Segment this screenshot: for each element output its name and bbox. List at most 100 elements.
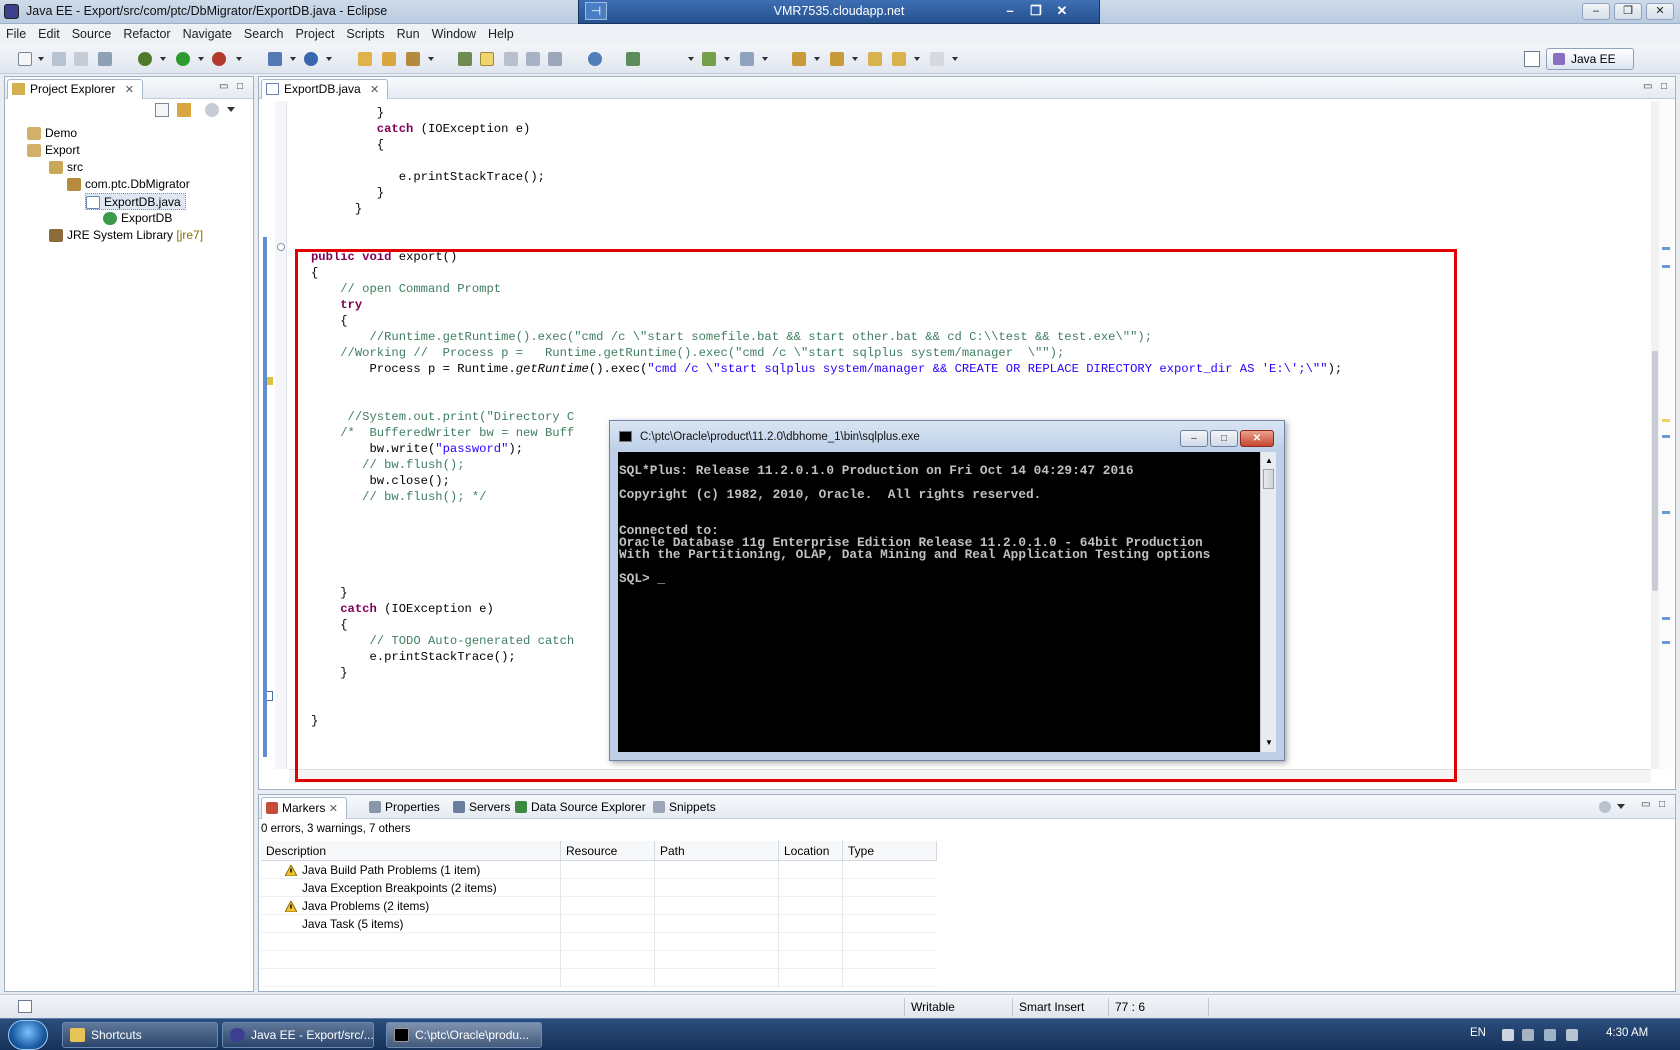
console-close-button[interactable]: ✕ <box>1240 430 1274 447</box>
column-type[interactable]: Type <box>843 841 937 861</box>
action-center-icon[interactable] <box>1522 1029 1534 1041</box>
code-line[interactable]: } <box>289 713 318 730</box>
scroll-down-icon[interactable]: ▼ <box>1265 738 1273 747</box>
editor-horizontal-scrollbar[interactable] <box>289 769 1651 783</box>
browser-icon[interactable] <box>588 52 602 66</box>
maximize-icon[interactable]: □ <box>1661 81 1667 92</box>
last-edit-icon[interactable] <box>868 52 882 66</box>
debug-icon[interactable] <box>138 52 152 66</box>
menu-scripts[interactable]: Scripts <box>340 24 390 44</box>
chevron-down-icon[interactable] <box>762 57 768 61</box>
console-scrollbar[interactable]: ▲ ▼ <box>1260 452 1276 752</box>
chevron-down-icon[interactable] <box>952 57 958 61</box>
menu-window[interactable]: Window <box>426 24 482 44</box>
chevron-down-icon[interactable] <box>198 57 204 61</box>
menu-navigate[interactable]: Navigate <box>177 24 238 44</box>
web-service-icon[interactable] <box>304 52 318 66</box>
overview-mark[interactable] <box>1662 419 1670 422</box>
print-icon[interactable] <box>98 52 112 66</box>
code-line[interactable]: // bw.flush(); <box>289 457 464 474</box>
close-icon[interactable]: ✕ <box>329 803 338 815</box>
chevron-down-icon[interactable] <box>227 107 235 112</box>
code-line[interactable]: // open Command Prompt <box>289 281 501 298</box>
open-resource-icon[interactable] <box>382 52 396 66</box>
network-icon[interactable] <box>1544 1029 1556 1041</box>
minimize-button[interactable]: – <box>1582 3 1610 20</box>
chevron-down-icon[interactable] <box>688 57 694 61</box>
scrollbar-thumb[interactable] <box>1263 469 1274 489</box>
overview-mark[interactable] <box>1662 511 1670 514</box>
tab-data-source-explorer[interactable]: Data Source Explorer <box>511 797 646 819</box>
minimize-icon[interactable]: ▭ <box>1643 81 1652 92</box>
close-icon[interactable]: ✕ <box>370 84 379 96</box>
taskbar-item-sqlplus[interactable]: C:\ptc\Oracle\produ... <box>386 1022 542 1048</box>
minimize-icon[interactable]: ▭ <box>219 81 228 92</box>
scroll-up-icon[interactable]: ▲ <box>1265 456 1273 465</box>
chevron-down-icon[interactable] <box>724 57 730 61</box>
overview-mark[interactable] <box>1662 641 1670 644</box>
tab-servers[interactable]: Servers <box>449 797 510 819</box>
perspective-java-ee[interactable]: Java EE <box>1546 48 1634 70</box>
new-server-icon[interactable] <box>268 52 282 66</box>
open-perspective-icon[interactable] <box>1524 51 1540 67</box>
chevron-down-icon[interactable] <box>428 57 434 61</box>
run-icon[interactable] <box>176 52 190 66</box>
word-wrap-icon[interactable] <box>526 52 540 66</box>
column-location[interactable]: Location <box>779 841 843 861</box>
code-line[interactable]: Process p = Runtime.getRuntime().exec("c… <box>289 361 1342 378</box>
table-row[interactable]: Java Task (5 items) <box>261 915 937 933</box>
toggle-breadcrumb-icon[interactable] <box>458 52 472 66</box>
code-line[interactable]: bw.close(); <box>289 473 449 490</box>
code-line[interactable]: { <box>289 265 318 282</box>
previous-annotation-icon[interactable] <box>830 52 844 66</box>
column-description[interactable]: Description <box>261 841 561 861</box>
table-row[interactable]: Java Exception Breakpoints (2 items) <box>261 879 937 897</box>
menu-edit[interactable]: Edit <box>32 24 66 44</box>
code-line[interactable]: /* BufferedWriter bw = new Buff <box>289 425 574 442</box>
tab-properties[interactable]: Properties <box>365 797 440 819</box>
close-button[interactable]: ✕ <box>1646 3 1674 20</box>
tree-item-src[interactable]: src <box>49 159 83 176</box>
new-icon[interactable] <box>18 52 32 66</box>
code-line[interactable]: try <box>289 297 362 314</box>
show-whitespace-icon[interactable] <box>548 52 562 66</box>
code-line[interactable]: } <box>289 105 384 122</box>
code-line[interactable]: e.printStackTrace(); <box>289 649 515 666</box>
taskbar-item-shortcuts[interactable]: Shortcuts <box>62 1022 218 1048</box>
overview-mark[interactable] <box>1662 617 1670 620</box>
chevron-down-icon[interactable] <box>814 57 820 61</box>
menu-refactor[interactable]: Refactor <box>117 24 176 44</box>
menu-file[interactable]: File <box>0 24 32 44</box>
taskbar-item-eclipse[interactable]: Java EE - Export/src/... <box>222 1022 374 1048</box>
back-icon[interactable] <box>892 52 906 66</box>
overview-mark[interactable] <box>1662 265 1670 268</box>
chevron-down-icon[interactable] <box>326 57 332 61</box>
scrollbar-thumb[interactable] <box>1652 351 1658 591</box>
chevron-down-icon[interactable] <box>160 57 166 61</box>
volume-muted-icon[interactable] <box>1566 1029 1578 1041</box>
tab-markers[interactable]: Markers ✕ <box>261 797 347 819</box>
chevron-down-icon[interactable] <box>914 57 920 61</box>
console-maximize-button[interactable]: □ <box>1210 430 1238 447</box>
maximize-button[interactable]: ❐ <box>1614 3 1642 20</box>
maximize-icon[interactable]: □ <box>237 81 243 92</box>
overview-mark[interactable] <box>1662 435 1670 438</box>
code-line[interactable]: { <box>289 617 347 634</box>
tab-project-explorer[interactable]: Project Explorer ✕ <box>7 79 143 99</box>
menu-help[interactable]: Help <box>482 24 520 44</box>
code-line[interactable]: { <box>289 313 347 330</box>
tree-item-export[interactable]: Export <box>27 142 80 159</box>
add-icon[interactable] <box>702 52 716 66</box>
tree-item-exportdb-java[interactable]: ExportDB.java <box>85 193 186 210</box>
close-icon[interactable]: ✕ <box>125 84 134 96</box>
view-menu-icon[interactable] <box>1599 801 1611 813</box>
code-line[interactable]: //Working // Process p = Runtime.getRunt… <box>289 345 1064 362</box>
link-with-editor-icon[interactable] <box>177 103 191 117</box>
code-line[interactable]: // bw.flush(); */ <box>289 489 486 506</box>
table-row[interactable]: Java Problems (2 items) <box>261 897 937 915</box>
tree-item-package[interactable]: com.ptc.DbMigrator <box>67 176 190 193</box>
code-line[interactable]: e.printStackTrace(); <box>289 169 545 186</box>
remote-close-button[interactable]: ✕ <box>1051 2 1073 20</box>
chevron-down-icon[interactable] <box>290 57 296 61</box>
start-button[interactable] <box>8 1020 48 1050</box>
